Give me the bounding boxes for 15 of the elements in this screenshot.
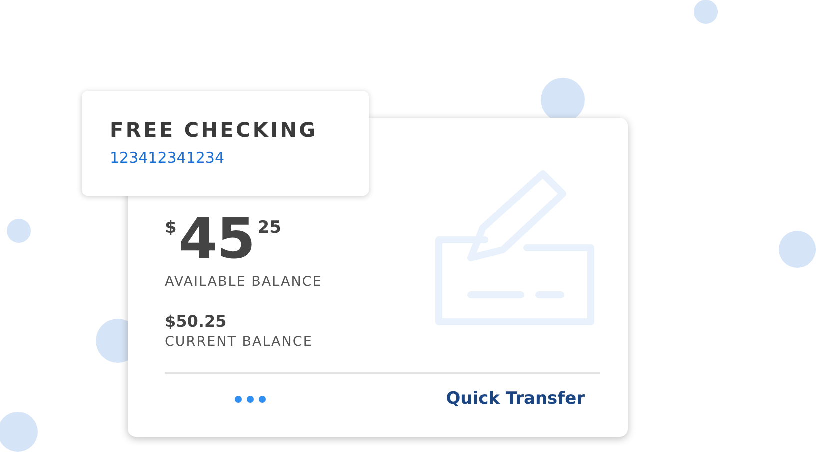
account-number: 123412341234 (110, 149, 225, 167)
bubble-decoration (694, 0, 718, 24)
balance-label: AVAILABLE BALANCE (165, 274, 322, 290)
more-icon[interactable] (233, 394, 268, 404)
bubble-decoration (7, 219, 31, 243)
balance-label: CURRENT BALANCE (165, 334, 313, 350)
bubble-decoration (0, 412, 38, 452)
currency-symbol: $ (165, 218, 177, 238)
check-pencil-icon (435, 170, 595, 326)
balance-cents: 25 (258, 218, 282, 238)
account-name: FREE CHECKING (110, 118, 318, 142)
balance-amount: 45 (178, 212, 255, 268)
bubble-decoration (779, 231, 816, 268)
quick-transfer-link[interactable]: Quick Transfer (446, 389, 585, 409)
balance-amount: $50.25 (165, 312, 227, 331)
